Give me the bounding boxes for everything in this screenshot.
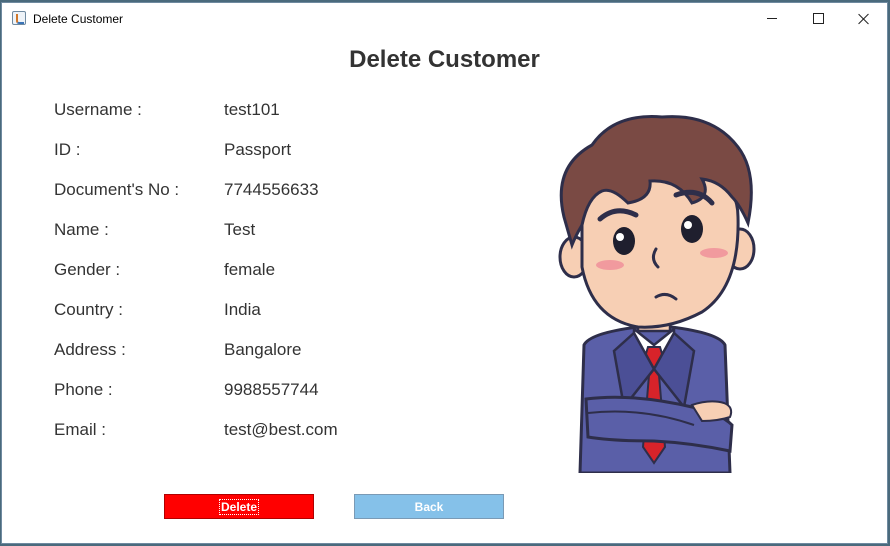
close-icon bbox=[858, 13, 870, 25]
document-no-value: 7744556633 bbox=[224, 180, 319, 199]
email-label: Email : bbox=[54, 420, 106, 439]
app-window: Delete Customer Delete Customer Username… bbox=[1, 2, 888, 544]
document-no-label: Document's No : bbox=[54, 180, 180, 199]
back-button-label: Back bbox=[414, 499, 444, 514]
phone-value: 9988557744 bbox=[224, 380, 319, 399]
page-title: Delete Customer bbox=[349, 46, 540, 73]
username-value: test101 bbox=[224, 100, 280, 119]
username-label: Username : bbox=[54, 100, 142, 119]
address-label: Address : bbox=[54, 340, 126, 359]
close-button[interactable] bbox=[841, 3, 887, 34]
maximize-button[interactable] bbox=[795, 3, 841, 34]
confused-businessman-illustration bbox=[558, 115, 756, 473]
id-label: ID : bbox=[54, 140, 81, 159]
minimize-button[interactable] bbox=[749, 3, 795, 34]
delete-button-label: Delete bbox=[218, 498, 260, 515]
name-label: Name : bbox=[54, 220, 109, 239]
delete-button[interactable]: Delete bbox=[164, 494, 314, 519]
country-value: India bbox=[224, 300, 261, 319]
title-bar[interactable]: Delete Customer bbox=[2, 3, 887, 34]
minimize-icon bbox=[767, 18, 777, 19]
back-button[interactable]: Back bbox=[354, 494, 504, 519]
country-label: Country : bbox=[54, 300, 123, 319]
email-value: test@best.com bbox=[224, 420, 338, 439]
phone-label: Phone : bbox=[54, 380, 113, 399]
name-value: Test bbox=[224, 220, 256, 239]
gender-value: female bbox=[224, 260, 276, 279]
gender-label: Gender : bbox=[54, 260, 121, 279]
id-value: Passport bbox=[224, 140, 292, 159]
maximize-icon bbox=[812, 13, 824, 24]
window-title: Delete Customer bbox=[33, 12, 124, 26]
address-value: Bangalore bbox=[224, 340, 302, 359]
java-app-icon bbox=[12, 11, 26, 25]
